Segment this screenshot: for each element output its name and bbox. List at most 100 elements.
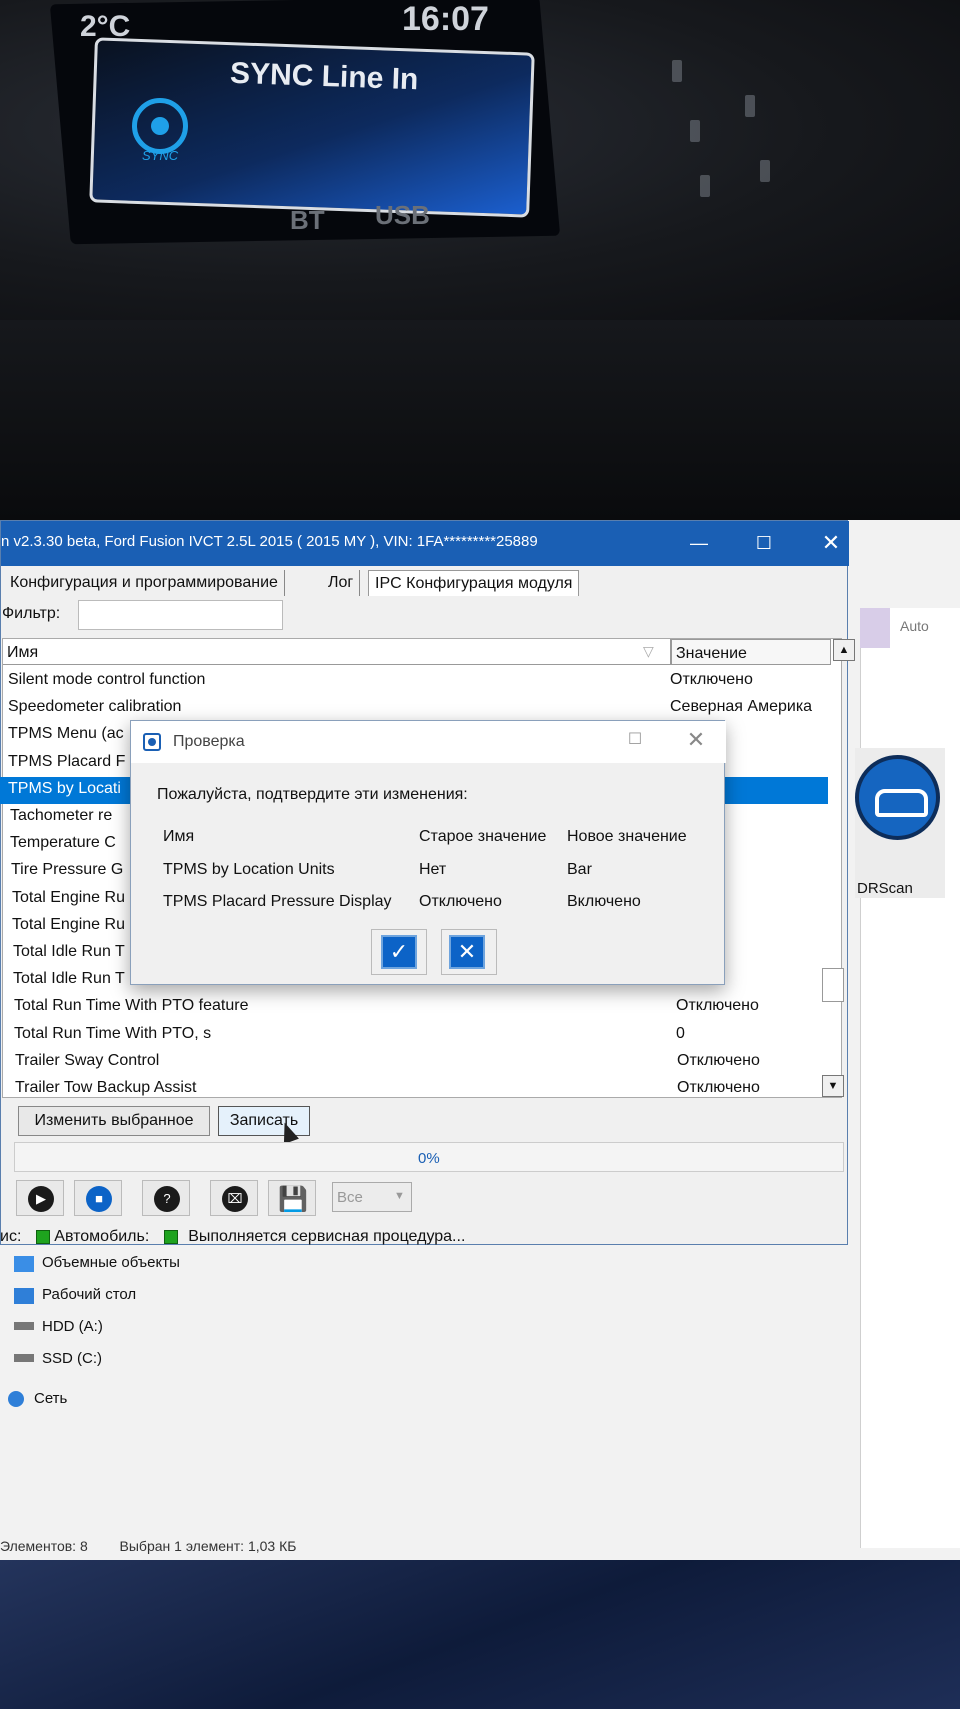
row-value: Отключено xyxy=(670,671,753,688)
dash-bt-button: BT xyxy=(290,205,325,235)
explorer-item-3d-objects[interactable]: Объемные объекты xyxy=(42,1254,180,1271)
row-name: Total Run Time With PTO feature xyxy=(14,997,249,1014)
dash-temperature: 2°C xyxy=(80,10,131,43)
explorer-selection-info: Выбран 1 элемент: 1,03 КБ xyxy=(119,1538,297,1554)
clear-button[interactable]: ⌧ xyxy=(210,1180,258,1216)
row-name: Tachometer re xyxy=(10,807,113,824)
row-name: Speedometer calibration xyxy=(8,698,182,715)
confirm-button[interactable]: ✓ xyxy=(381,935,417,969)
dialog-header-old: Старое значение xyxy=(419,828,547,845)
desktop-icon xyxy=(14,1288,34,1304)
diagnostics-button[interactable]: ? xyxy=(142,1180,190,1216)
sync-logo-text: SYNC xyxy=(142,148,179,163)
table-row[interactable]: Silent mode control function Отключено xyxy=(0,668,830,695)
checkmark-icon: ✓ xyxy=(389,939,409,964)
explorer-status-bar: Элементов: 8 Выбран 1 элемент: 1,03 КБ xyxy=(0,1538,296,1554)
dashboard-lower-background xyxy=(0,320,960,520)
scroll-up-arrow-icon[interactable]: ▲ xyxy=(833,639,855,661)
play-button[interactable]: ▶ xyxy=(16,1180,64,1216)
sort-icon: ▽ xyxy=(643,643,654,659)
row-name: Tire Pressure G xyxy=(11,861,124,878)
car-icon[interactable] xyxy=(855,755,940,840)
minimize-button[interactable]: — xyxy=(681,527,717,559)
table-row[interactable]: Total Run Time With PTO feature Отключено xyxy=(6,994,836,1021)
drive-icon xyxy=(14,1354,34,1362)
window-title: n v2.3.30 beta, Ford Fusion IVCT 2.5L 20… xyxy=(1,533,538,550)
column-header-value[interactable]: Значение xyxy=(671,639,831,665)
app-icon xyxy=(143,733,161,751)
dash-indicator xyxy=(672,60,682,82)
tab-ipc-config[interactable]: IPC Конфигурация модуля xyxy=(368,570,580,596)
table-row[interactable]: Speedometer calibration Северная Америка xyxy=(0,695,830,722)
status-left-label: ис: xyxy=(0,1228,22,1245)
background-window-stripe xyxy=(860,608,890,648)
dialog-maximize-button[interactable]: ☐ xyxy=(623,729,647,753)
dialog-close-button[interactable]: ✕ xyxy=(681,727,711,755)
explorer-item-network[interactable]: Сеть xyxy=(34,1390,67,1407)
row-value: Северная Америка xyxy=(670,698,813,715)
explorer-item-desktop[interactable]: Рабочий стол xyxy=(42,1286,136,1303)
row-name: Total Idle Run T xyxy=(13,943,125,960)
change-new-value: Bar xyxy=(567,861,592,878)
title-bar[interactable]: n v2.3.30 beta, Ford Fusion IVCT 2.5L 20… xyxy=(1,521,849,566)
sync-logo-icon xyxy=(132,98,188,154)
tab-strip: Конфигурация и программирование Лог IPC … xyxy=(0,568,848,596)
row-name: Silent mode control function xyxy=(8,671,206,688)
row-value: Отключено xyxy=(677,1079,760,1096)
trash-icon: ⌧ xyxy=(222,1186,248,1212)
status-indicator-icon xyxy=(163,1229,178,1244)
dash-indicator xyxy=(700,175,710,197)
row-name: Temperature C xyxy=(10,834,116,851)
close-button[interactable]: ✕ xyxy=(813,527,849,559)
table-row[interactable]: Total Run Time With PTO, s 0 xyxy=(6,1022,836,1049)
dialog-title-bar[interactable]: Проверка ☐ ✕ xyxy=(131,721,726,763)
dialog-header-new: Новое значение xyxy=(567,828,687,845)
dialog-prompt: Пожалуйста, подтвердите эти изменения: xyxy=(157,786,468,803)
floppy-disk-icon: 💾 xyxy=(278,1186,308,1213)
row-name: Trailer Tow Backup Assist xyxy=(15,1079,197,1096)
row-name: TPMS by Locati xyxy=(8,780,121,797)
edit-selected-button[interactable]: Изменить выбранное xyxy=(18,1106,210,1136)
maximize-button[interactable]: ☐ xyxy=(746,527,782,559)
stop-icon: ■ xyxy=(86,1186,112,1212)
scrollbar-thumb[interactable] xyxy=(822,968,844,1002)
change-name: TPMS Placard Pressure Display xyxy=(163,893,392,910)
scroll-down-arrow-icon[interactable]: ▼ xyxy=(822,1075,844,1097)
cancel-button[interactable]: ✕ xyxy=(449,935,485,969)
confirm-dialog: Проверка ☐ ✕ Пожалуйста, подтвердите эти… xyxy=(130,720,726,985)
change-old-value: Отключено xyxy=(419,893,502,910)
stop-button[interactable]: ■ xyxy=(74,1180,122,1216)
column-header-name-label: Имя xyxy=(7,644,39,661)
save-button[interactable]: 💾 xyxy=(268,1180,316,1216)
orscan-shortcut-label[interactable]: DRScan xyxy=(857,880,913,897)
row-name: Total Run Time With PTO, s xyxy=(14,1025,212,1042)
tab-log[interactable]: Лог xyxy=(322,570,361,596)
row-name: Total Engine Ru xyxy=(12,916,125,933)
background-window-auto-label: Auto xyxy=(900,618,929,634)
change-name: TPMS by Location Units xyxy=(163,861,335,878)
chevron-down-icon[interactable]: ▼ xyxy=(394,1190,405,1202)
dialog-title: Проверка xyxy=(173,733,245,750)
table-row[interactable]: Trailer Tow Backup Assist Отключено xyxy=(7,1076,837,1103)
explorer-item-count: Элементов: 8 xyxy=(0,1538,88,1554)
filter-label: Фильтр: xyxy=(2,605,61,622)
table-row[interactable]: Trailer Sway Control Отключено xyxy=(7,1049,837,1076)
tab-configuration[interactable]: Конфигурация и программирование xyxy=(4,570,285,596)
explorer-item-hdd[interactable]: HDD (A:) xyxy=(42,1318,103,1335)
play-icon: ▶ xyxy=(28,1186,54,1212)
explorer-item-ssd[interactable]: SSD (C:) xyxy=(42,1350,102,1367)
row-name: Total Idle Run T xyxy=(13,970,125,987)
progress-text: 0% xyxy=(418,1150,440,1167)
column-header-name[interactable]: Имя ▽ xyxy=(3,639,671,665)
change-old-value: Нет xyxy=(419,861,447,878)
dash-indicator xyxy=(760,160,770,182)
row-name: Total Engine Ru xyxy=(12,889,125,906)
row-value: 0 xyxy=(676,1025,685,1042)
row-value: Отключено xyxy=(677,1052,760,1069)
row-value: Отключено xyxy=(676,997,759,1014)
status-message: Выполняется сервисная процедура... xyxy=(188,1228,466,1245)
status-indicator-icon xyxy=(35,1229,50,1244)
network-icon xyxy=(8,1391,24,1407)
filter-input[interactable] xyxy=(78,600,283,630)
3d-objects-icon xyxy=(14,1256,34,1272)
